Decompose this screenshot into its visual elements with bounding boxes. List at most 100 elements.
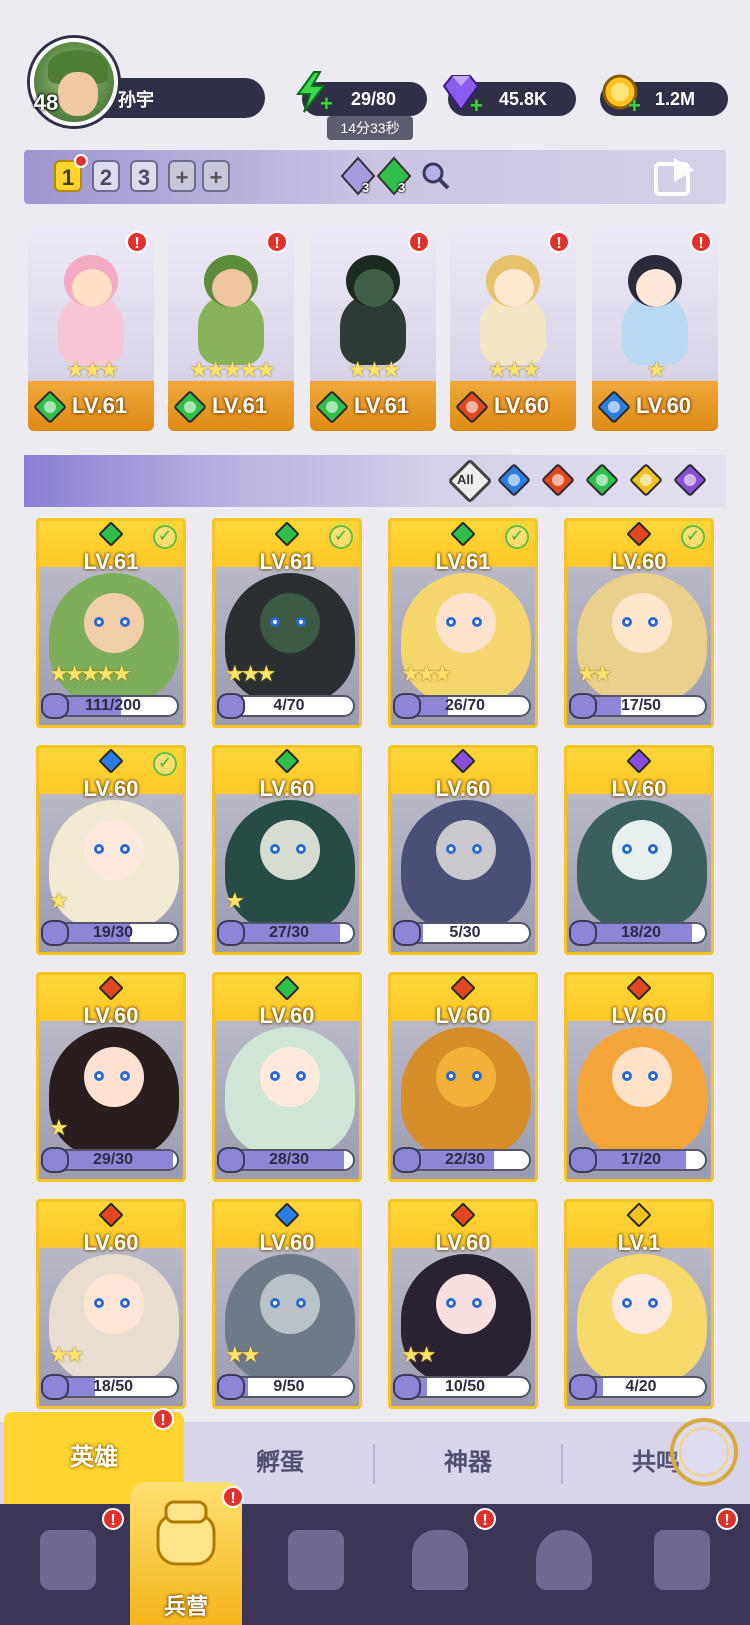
team-member-card[interactable]: LV.61 ★★★ ! [310,225,436,431]
hero-eye [94,617,104,627]
hero-level: LV.60 [435,776,491,801]
hero-eye [622,1071,632,1081]
deployed-check-icon: ✓ [681,525,705,549]
hero-card[interactable]: ✓ LV.60 ★ 19/30 [36,745,186,955]
team-member-level: LV.61 [354,393,410,418]
hero-level: LV.60 [83,1003,139,1028]
hero-eye [270,1298,280,1308]
gem-plus-icon[interactable]: + [470,95,486,117]
filter-light-icon[interactable] [629,463,663,497]
element-icon [274,975,300,1001]
nav-castle[interactable] [394,1518,484,1608]
hero-level: LV.61 [259,549,315,574]
filter-dark-icon[interactable] [673,463,707,497]
element-icon [450,1202,476,1228]
hero-eye [120,617,130,627]
filter-fire-icon[interactable] [541,463,575,497]
hero-stars: ★★★ [225,661,276,686]
hero-eye [648,1298,658,1308]
hero-eye [472,617,482,627]
nav-guild[interactable] [636,1518,726,1608]
team-member-notification: ! [690,231,712,253]
fragment-icon [393,920,421,946]
hero-eye [648,617,658,627]
player-name: 孙宇 [118,90,154,110]
hero-eye [270,844,280,854]
hero-stars: ★★ [225,1342,261,1367]
hero-card[interactable]: LV.60 ★★ 18/50 [36,1199,186,1409]
element-icon [626,521,652,547]
element-icon [98,521,124,547]
fragment-icon [217,1147,245,1173]
team-tab-add-2[interactable]: + [202,160,230,192]
team-member-level: LV.61 [72,393,128,418]
purple-gem-icon[interactable] [340,156,376,196]
hero-card[interactable]: ✓ LV.61 ★★★ 26/70 [388,518,538,728]
hero-level: LV.60 [83,1230,139,1255]
team-member-stars: ★ [646,357,667,382]
hero-portrait [401,800,531,930]
team-member-card[interactable]: LV.60 ★ ! [592,225,718,431]
deployed-check-icon: ✓ [505,525,529,549]
hero-card[interactable]: LV.60 ★ 29/30 [36,972,186,1182]
hero-card[interactable]: LV.60 28/30 [212,972,362,1182]
search-icon[interactable] [420,160,452,192]
team-member-level: LV.60 [636,393,692,418]
hero-face [436,1274,496,1334]
hero-eye [296,844,306,854]
team-tab-2[interactable]: 2 [92,160,120,192]
filter-water-icon[interactable] [497,463,531,497]
hero-card[interactable]: ✓ LV.61 ★★★★★ 111/200 [36,518,186,728]
team-member-card[interactable]: LV.61 ★★★ ! [28,225,154,431]
team-bar: 1 2 3 + + 3 3 [24,150,726,204]
hero-card[interactable]: LV.60 5/30 [388,745,538,955]
hero-card[interactable]: LV.1 4/20 [564,1199,714,1409]
fragment-icon [569,920,597,946]
hero-face [494,269,534,307]
team-member-card[interactable]: LV.60 ★★★ ! [450,225,576,431]
team-member-card[interactable]: LV.61 ★★★★★ ! [168,225,294,431]
fragment-icon [217,693,245,719]
hero-card[interactable]: LV.60 ★ 27/30 [212,745,362,955]
hero-eye [296,617,306,627]
hero-eye [94,1298,104,1308]
gold-plus-icon[interactable]: + [628,95,644,117]
hero-card[interactable]: LV.60 17/20 [564,972,714,1182]
tab-separator [373,1444,375,1484]
hero-face [84,593,144,653]
hero-face [354,269,394,307]
element-filter-bar: All [24,455,726,507]
tab-artifacts[interactable]: 神器 [378,1422,558,1504]
golden-ring-icon[interactable] [666,1414,742,1490]
share-icon[interactable] [652,154,698,198]
hero-card[interactable]: LV.60 22/30 [388,972,538,1182]
filter-wind-icon[interactable] [585,463,619,497]
hero-eye [622,617,632,627]
hero-card[interactable]: LV.60 18/20 [564,745,714,955]
team-tab-3[interactable]: 3 [130,160,158,192]
hero-card[interactable]: ✓ LV.61 ★★★ 4/70 [212,518,362,728]
team-tab-add-1[interactable]: + [168,160,196,192]
cards-icon [40,1530,96,1590]
element-icon [626,1202,652,1228]
nav-shop[interactable] [518,1518,608,1608]
deployed-check-icon: ✓ [153,525,177,549]
hero-card[interactable]: LV.60 ★★ 10/50 [388,1199,538,1409]
energy-plus-icon[interactable]: + [320,93,336,115]
element-icon [450,748,476,774]
team-member-stars: ★★★★★ [189,357,276,382]
hero-card[interactable]: ✓ LV.60 ★★ 17/50 [564,518,714,728]
nav-cards[interactable] [22,1518,112,1608]
hero-card[interactable]: LV.60 ★★ 9/50 [212,1199,362,1409]
hero-level: LV.60 [611,549,667,574]
hero-level: LV.60 [83,776,139,801]
nav-book[interactable] [270,1518,360,1608]
green-gem-icon[interactable] [376,156,412,196]
element-icon [98,748,124,774]
hero-level: LV.60 [611,1003,667,1028]
hero-eye [648,1071,658,1081]
element-icon [98,1202,124,1228]
team-member-notification: ! [548,231,570,253]
fragment-icon [41,920,69,946]
hero-portrait [577,1254,707,1384]
